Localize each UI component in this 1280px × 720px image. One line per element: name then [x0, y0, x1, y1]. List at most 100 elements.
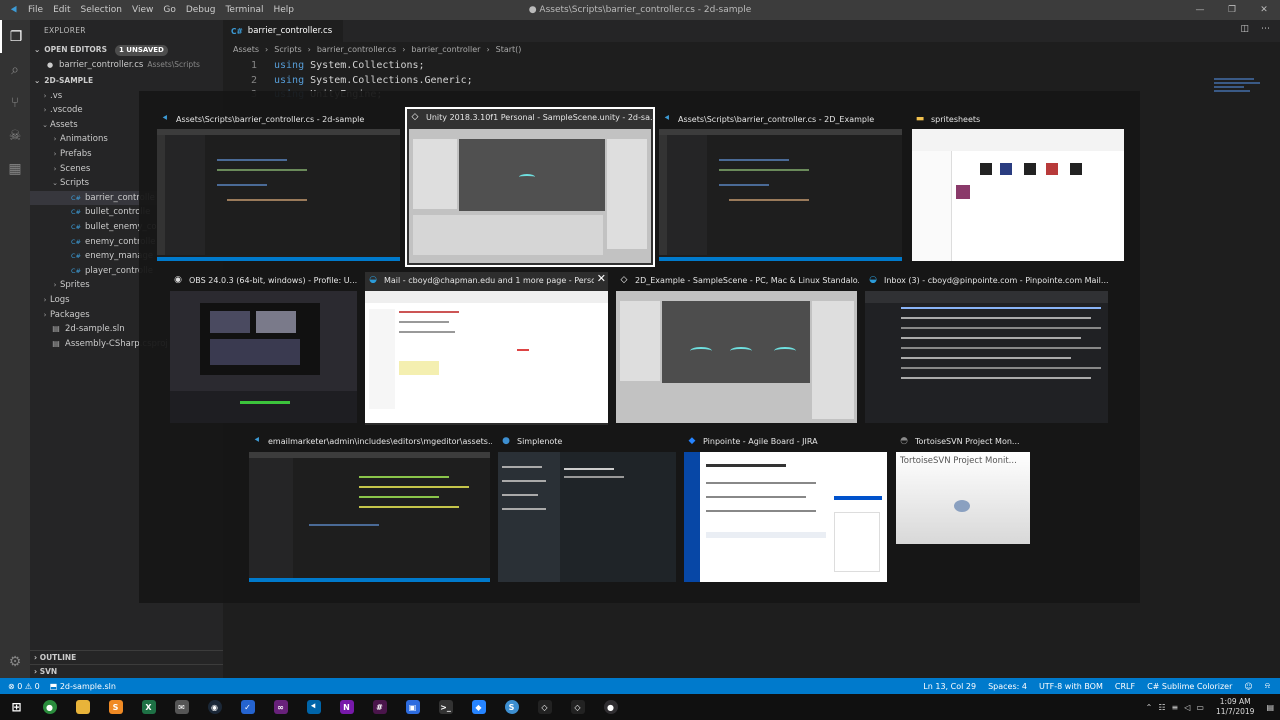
clock[interactable]: 1:09 AM 11/7/2019 [1216, 697, 1254, 717]
vscode-taskbar-icon[interactable]: ⯇ [297, 694, 330, 720]
switcher-window-w1[interactable]: ⯇ Assets\Scripts\barrier_controller.cs - … [157, 111, 400, 263]
terminal-icon[interactable]: >_ [429, 694, 462, 720]
source-control-icon[interactable]: ⑂ [0, 86, 30, 119]
visual-studio-icon[interactable]: ∞ [264, 694, 297, 720]
switcher-window-w6[interactable]: ◒ Mail - cboyd@chapman.edu and 1 more pag… [365, 272, 608, 425]
switcher-window-thumbnail[interactable] [157, 129, 400, 261]
jira-taskbar-icon[interactable]: ◆ [462, 694, 495, 720]
outline-section[interactable]: › OUTLINE [30, 650, 223, 664]
switcher-window-w12[interactable]: ◓ TortoiseSVN Project Mon... TortoiseSVN P… [896, 433, 1030, 546]
menu-view[interactable]: View [132, 5, 153, 15]
switcher-window-w4[interactable]: ▬ spritesheets [912, 111, 1124, 263]
switcher-window-thumbnail[interactable]: TortoiseSVN Project Monit... [896, 452, 1030, 544]
project-section[interactable]: ⌄ 2D-SAMPLE [30, 73, 223, 89]
menu-terminal[interactable]: Terminal [225, 5, 263, 15]
network-icon[interactable]: ▣ [396, 694, 429, 720]
search-icon[interactable]: ⌕ [0, 53, 30, 86]
csharp-file-icon: C# [71, 252, 81, 261]
switcher-window-w5[interactable]: ◉ OBS 24.0.3 (64-bit, windows) - Profile:… [170, 272, 357, 425]
windows-start-icon[interactable]: ⊞ [0, 694, 33, 720]
minimize-icon[interactable]: — [1184, 0, 1216, 20]
breadcrumb-item[interactable]: Assets [233, 42, 259, 58]
thumbnail-shape [157, 257, 400, 261]
code-line[interactable]: using System.Collections.Generic; [274, 75, 473, 86]
restore-icon[interactable]: ❐ [1216, 0, 1248, 20]
svn-section[interactable]: › SVN [30, 664, 223, 678]
explorer-icon[interactable]: ❐ [0, 20, 30, 53]
menu-go[interactable]: Go [163, 5, 175, 15]
wifi-icon[interactable]: ≡ [1172, 703, 1179, 712]
switcher-window-thumbnail[interactable] [249, 452, 490, 582]
volume-icon[interactable]: ◁ [1184, 703, 1190, 712]
menu-debug[interactable]: Debug [186, 5, 216, 15]
debug-icon[interactable]: ☠ [0, 119, 30, 152]
onenote-icon[interactable]: N [330, 694, 363, 720]
menu-help[interactable]: Help [273, 5, 294, 15]
switcher-window-thumbnail[interactable] [684, 452, 887, 582]
menu-file[interactable]: File [28, 5, 43, 15]
bell-icon[interactable]: ⍾ [1265, 681, 1270, 691]
switcher-window-thumbnail[interactable] [170, 291, 357, 423]
chevron-up-icon[interactable]: ⌃ [1146, 703, 1153, 712]
sublime-icon[interactable]: S [99, 694, 132, 720]
slack-icon[interactable]: # [363, 694, 396, 720]
errors-indicator[interactable]: ⊗ 0 ⚠ 0 [8, 682, 40, 691]
file-encoding[interactable]: UTF-8 with BOM [1039, 682, 1103, 691]
end-of-line[interactable]: CRLF [1115, 682, 1135, 691]
switcher-window-thumbnail[interactable] [912, 129, 1124, 261]
menu-selection[interactable]: Selection [81, 5, 122, 15]
switcher-window-thumbnail[interactable] [616, 291, 857, 423]
open-editor-item[interactable]: ● barrier_controller.cs Assets\Scripts [30, 58, 223, 73]
battery-icon[interactable]: ▭ [1196, 703, 1204, 712]
breadcrumb-item[interactable]: Start() [496, 42, 522, 58]
mail-icon[interactable]: ✉ [165, 694, 198, 720]
switcher-window-thumbnail[interactable] [409, 129, 651, 263]
breadcrumb-item[interactable]: barrier_controller [411, 42, 480, 58]
unity-taskbar-icon[interactable]: ◇ [528, 694, 561, 720]
close-icon[interactable]: ✕ [597, 272, 606, 285]
extensions-icon[interactable]: ▦ [0, 152, 30, 185]
excel-icon[interactable]: X [132, 694, 165, 720]
switcher-window-thumbnail[interactable] [659, 129, 902, 261]
cursor-position[interactable]: Ln 13, Col 29 [923, 682, 976, 691]
switcher-window-w3[interactable]: ⯇ Assets\Scripts\barrier_controller.cs - … [659, 111, 902, 263]
minimap[interactable] [1214, 78, 1266, 108]
feedback-icon[interactable]: ☺ [1244, 682, 1252, 691]
switcher-window-thumbnail[interactable] [498, 452, 676, 582]
open-editors-section[interactable]: ⌄ OPEN EDITORS 1 UNSAVED [30, 42, 223, 58]
more-actions-icon[interactable]: ⋯ [1261, 24, 1270, 34]
breadcrumb-item[interactable]: barrier_controller.cs [317, 42, 396, 58]
solution-indicator[interactable]: ⬒ 2d-sample.sln [50, 682, 116, 691]
switcher-window-w7[interactable]: ◇ 2D_Example - SampleScene - PC, Mac & Li… [616, 272, 859, 425]
network-tray-icon[interactable]: ☷ [1158, 703, 1165, 712]
switcher-window-w9[interactable]: ⯇ emailmarketer\admin\includes\editors\mg… [249, 433, 492, 584]
language-mode[interactable]: C# Sublime Colorizer [1147, 682, 1232, 691]
switcher-window-w8[interactable]: ◒ Inbox (3) - cboyd@pinpointe.com - Pinpo… [865, 272, 1110, 425]
gear-icon[interactable]: ⚙ [0, 654, 30, 670]
close-icon[interactable]: ✕ [1248, 0, 1280, 20]
switcher-window-thumbnail[interactable] [865, 291, 1108, 423]
switcher-window-w10[interactable]: ● Simplenote [498, 433, 676, 584]
menu-edit[interactable]: Edit [53, 5, 70, 15]
split-editor-icon[interactable]: ◫ [1240, 24, 1249, 34]
indentation[interactable]: Spaces: 4 [988, 682, 1027, 691]
steam-icon[interactable]: ◉ [198, 694, 231, 720]
unity-icon: ◇ [620, 275, 628, 285]
switcher-window-w11[interactable]: ◆ Pinpointe - Agile Board - JIRA [684, 433, 887, 584]
unity-hub-icon[interactable]: ◇ [561, 694, 594, 720]
obs-taskbar-icon[interactable]: ● [594, 694, 627, 720]
file-explorer-icon[interactable] [66, 694, 99, 720]
todo-icon[interactable]: ✓ [231, 694, 264, 720]
unsaved-dot-icon[interactable]: ● [44, 58, 56, 73]
explorer-header: EXPLORER [44, 26, 86, 35]
switcher-window-w2[interactable]: ◇ Unity 2018.3.10f1 Personal - SampleScen… [405, 107, 655, 267]
notifications-icon[interactable]: ▤ [1266, 703, 1274, 712]
switcher-window-thumbnail[interactable] [365, 291, 608, 423]
tab-barrier-controller[interactable]: C# barrier_controller.cs [223, 20, 343, 42]
code-line[interactable]: using System.Collections; [274, 60, 425, 71]
chrome-icon[interactable]: ● [33, 694, 66, 720]
switcher-window-title: ⯇ Assets\Scripts\barrier_controller.cs - … [661, 111, 904, 127]
switcher-window-title: ◒ Inbox (3) - cboyd@pinpointe.com - Pinpo… [867, 272, 1110, 288]
simplenote-taskbar-icon[interactable]: S [495, 694, 528, 720]
breadcrumb-item[interactable]: Scripts [274, 42, 301, 58]
